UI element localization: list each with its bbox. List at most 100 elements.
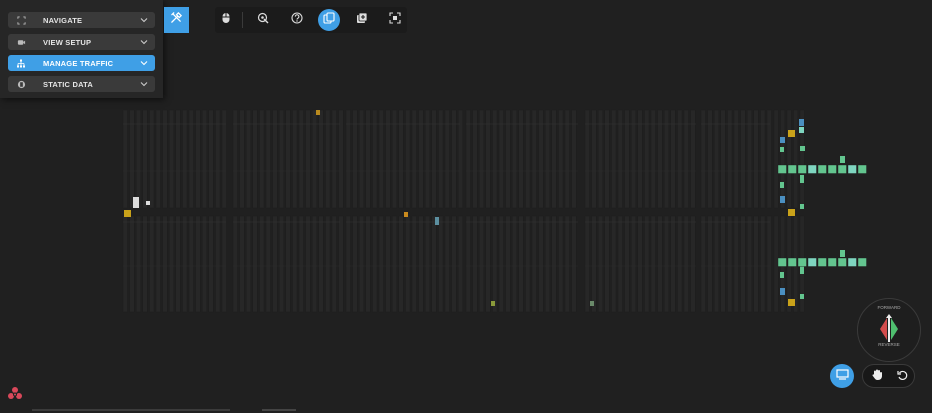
scroll-thumb[interactable] xyxy=(262,409,296,411)
rack-column xyxy=(637,109,643,209)
menu-static-data[interactable]: STATIC DATA xyxy=(8,76,155,92)
rack-column xyxy=(465,215,471,313)
rack-column xyxy=(279,215,285,313)
rack-column xyxy=(444,109,450,209)
menu-manage-traffic[interactable]: MANAGE TRAFFIC xyxy=(8,55,155,71)
screen-view-button[interactable] xyxy=(830,364,854,388)
rack-column xyxy=(312,215,318,313)
rack-column xyxy=(637,215,643,313)
rack-column xyxy=(182,215,188,313)
help-button[interactable] xyxy=(286,9,308,31)
rack-column xyxy=(392,109,398,209)
rack-column xyxy=(378,215,384,313)
rack-column xyxy=(740,109,746,209)
traffic-tile xyxy=(491,301,495,306)
tools-icon xyxy=(170,11,183,29)
rack-column xyxy=(201,215,207,313)
rack-column xyxy=(292,109,298,209)
menu-view-setup[interactable]: VIEW SETUP xyxy=(8,34,155,50)
menu-navigate-label: NAVIGATE xyxy=(43,15,83,25)
rack-column xyxy=(149,109,155,209)
rack-column xyxy=(485,109,491,209)
rack-column xyxy=(664,109,670,209)
add-box-button[interactable] xyxy=(351,9,373,31)
rack-column xyxy=(265,215,271,313)
rack-column xyxy=(670,109,676,209)
traffic-tile xyxy=(780,182,784,188)
menu-navigate[interactable]: NAVIGATE xyxy=(8,12,155,28)
rack-column xyxy=(312,109,318,209)
rack-column xyxy=(631,109,637,209)
traffic-tile xyxy=(124,210,131,217)
traffic-tile xyxy=(800,175,804,183)
copy-layers-button[interactable] xyxy=(318,9,340,31)
rack-column xyxy=(683,215,689,313)
rack-column xyxy=(690,109,696,209)
rack-column xyxy=(232,109,238,209)
traffic-tile xyxy=(800,146,805,151)
fit-view-button[interactable] xyxy=(384,9,406,31)
reset-icon xyxy=(896,368,908,386)
hand-button[interactable] xyxy=(868,368,886,386)
rack-column xyxy=(438,109,444,209)
rack-column xyxy=(773,215,779,313)
rack-column xyxy=(714,215,720,313)
target-cursor-button[interactable] xyxy=(252,9,274,31)
scroll-track[interactable] xyxy=(32,409,230,411)
tools-button[interactable] xyxy=(164,7,189,33)
rack-column xyxy=(512,215,518,313)
traffic-tile xyxy=(788,299,795,306)
rack-column xyxy=(720,109,726,209)
rack-column xyxy=(498,215,504,313)
traffic-tile xyxy=(800,294,804,299)
rack-column xyxy=(766,215,772,313)
traffic-tile xyxy=(857,257,867,267)
top-toolbar xyxy=(215,7,407,33)
rack-column xyxy=(727,109,733,209)
rack-column xyxy=(733,215,739,313)
rack-column xyxy=(492,215,498,313)
monitor-icon xyxy=(835,367,849,385)
rack-column xyxy=(265,109,271,209)
rack-column xyxy=(690,215,696,313)
menu-static-data-label: STATIC DATA xyxy=(43,79,93,89)
traffic-tile xyxy=(404,212,408,217)
rack-column xyxy=(405,109,411,209)
rack-column xyxy=(451,109,457,209)
rack-column xyxy=(617,109,623,209)
rack-column xyxy=(644,109,650,209)
direction-compass[interactable]: FORWARD REVERSE xyxy=(857,298,921,362)
rack-column xyxy=(352,215,358,313)
rack-column xyxy=(188,215,194,313)
rack-column xyxy=(525,109,531,209)
reset-button[interactable] xyxy=(893,368,911,386)
rack-column xyxy=(571,215,577,313)
rack-column xyxy=(650,109,656,209)
traffic-tile xyxy=(807,257,817,267)
traffic-tile xyxy=(777,257,787,267)
rack-column xyxy=(591,215,597,313)
mouse-button[interactable] xyxy=(215,9,237,31)
rack-column xyxy=(670,215,676,313)
traffic-tile xyxy=(807,164,817,174)
rack-column xyxy=(598,109,604,209)
rack-column xyxy=(485,215,491,313)
rack-column xyxy=(232,215,238,313)
rack-column xyxy=(221,215,227,313)
rack-column xyxy=(142,109,148,209)
rack-column xyxy=(325,215,331,313)
rack-column xyxy=(279,109,285,209)
rack-column xyxy=(657,109,663,209)
rack-grid xyxy=(122,109,805,313)
chevron-down-icon xyxy=(140,38,148,46)
rack-column xyxy=(551,109,557,209)
rack-column xyxy=(551,215,557,313)
rack-column xyxy=(378,109,384,209)
rack-column xyxy=(298,109,304,209)
rack-column xyxy=(700,215,706,313)
target-cursor-icon xyxy=(257,11,269,29)
rack-column xyxy=(753,215,759,313)
traffic-tile xyxy=(435,217,439,225)
rack-column xyxy=(259,215,265,313)
traffic-tile xyxy=(799,127,804,133)
